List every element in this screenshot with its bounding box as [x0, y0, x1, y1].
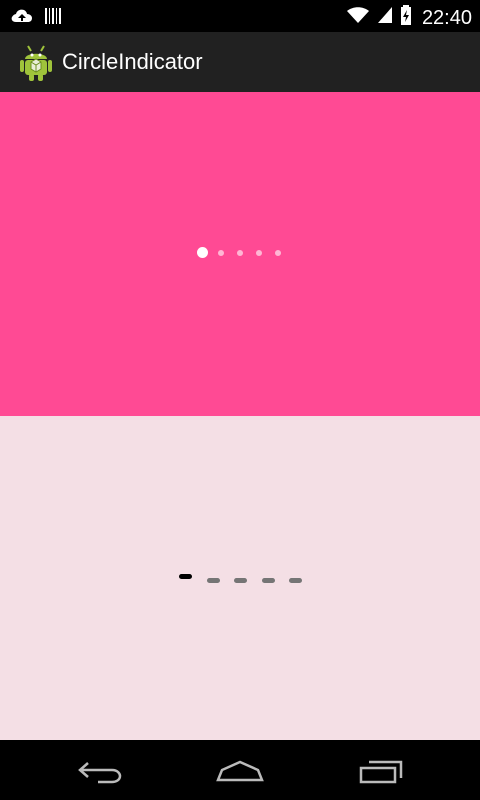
signal-icon	[376, 5, 394, 30]
cloud-upload-icon	[10, 6, 34, 31]
indicator-dash[interactable]	[207, 578, 220, 583]
circle-indicator[interactable]	[197, 247, 297, 259]
app-title: CircleIndicator	[62, 49, 203, 74]
action-bar: CircleIndicator	[0, 32, 480, 93]
battery-charging-icon	[400, 4, 412, 31]
barcode-icon	[44, 6, 62, 31]
indicator-dot-active[interactable]	[197, 247, 208, 258]
indicator-dash[interactable]	[234, 578, 247, 583]
view-pager-top[interactable]	[0, 92, 480, 416]
dash-indicator[interactable]	[178, 572, 308, 584]
indicator-dash[interactable]	[262, 578, 275, 583]
indicator-dot[interactable]	[237, 250, 243, 256]
indicator-dot[interactable]	[275, 250, 281, 256]
navigation-bar	[0, 740, 480, 800]
recent-apps-icon[interactable]	[357, 756, 405, 786]
view-pager-bottom[interactable]	[0, 416, 480, 740]
wifi-icon	[346, 5, 370, 30]
indicator-dash[interactable]	[289, 578, 302, 583]
android-robot-icon	[16, 42, 56, 82]
status-clock: 22:40	[421, 6, 472, 29]
status-bar: 22:40	[0, 0, 480, 32]
indicator-dash-active[interactable]	[179, 574, 192, 579]
indicator-dot[interactable]	[256, 250, 262, 256]
back-icon[interactable]	[76, 756, 124, 786]
indicator-dot[interactable]	[218, 250, 224, 256]
home-icon[interactable]	[216, 756, 264, 786]
